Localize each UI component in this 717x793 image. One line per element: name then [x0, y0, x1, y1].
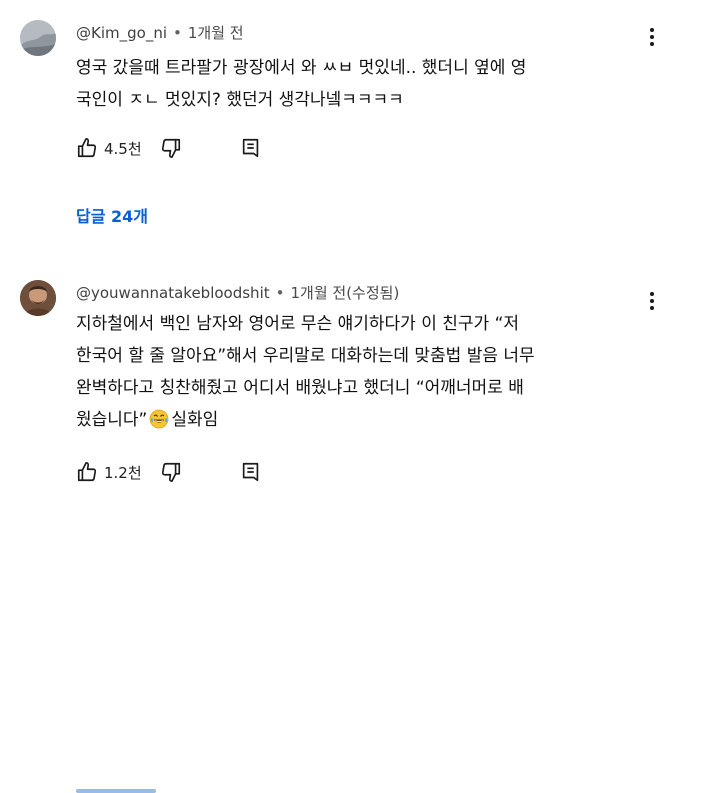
kebab-dot [650, 35, 654, 39]
thumbs-down-icon [161, 138, 180, 158]
comment-line-suffix: 실화임 [171, 410, 219, 430]
view-replies-button[interactable]: 답글 24개 [76, 203, 148, 227]
comment-line: 한국어 할 줄 알아요”해서 우리말로 대화하는데 맞춤법 발음 너무 [76, 346, 535, 366]
comment-line: 완벽하다고 칭찬해줬고 어디서 배웠냐고 했더니 “어깨너머로 배 [76, 378, 524, 398]
comment-line-last: 웠습니다” 실화임 [76, 404, 656, 440]
thumbs-up-icon [77, 462, 97, 482]
comment-line: 지하철에서 백인 남자와 영어로 무슨 얘기하다가 이 친구가 “저 [76, 314, 520, 334]
comment-meta: @Kim_go_ni • 1개월 전 [76, 24, 244, 42]
comment-text: 지하철에서 백인 남자와 영어로 무슨 얘기하다가 이 친구가 “저 한국어 할… [76, 308, 656, 440]
cut-off-replies-link[interactable] [76, 785, 156, 793]
thumbs-up-icon [77, 138, 97, 158]
kebab-dot [650, 42, 654, 46]
reply-comment-icon [242, 462, 258, 482]
reply-button[interactable] [240, 137, 262, 159]
dislike-button[interactable] [160, 137, 182, 159]
avatar[interactable] [20, 20, 56, 56]
comment-actions: 4.5천 [76, 134, 262, 162]
comment-time[interactable]: 1개월 전 [290, 284, 346, 302]
like-button[interactable] [76, 461, 98, 483]
comment-text: 영국 갔을때 트라팔가 광장에서 와 ㅆㅂ 멋있네.. 했더니 옆에 영 국인이… [76, 52, 656, 116]
comment-thread: @youwannatakebloodshit • 1개월 전(수정됨) 지하철에서 … [0, 262, 717, 793]
comment-meta: @youwannatakebloodshit • 1개월 전(수정됨) [76, 284, 400, 302]
thumbs-down-icon [161, 462, 180, 482]
comment-time[interactable]: 1개월 전 [188, 24, 244, 42]
dislike-button[interactable] [160, 461, 182, 483]
profile-photo-avatar [20, 280, 56, 316]
comment-line: 영국 갔을때 트라팔가 광장에서 와 ㅆㅂ 멋있네.. 했더니 옆에 영 [76, 58, 527, 78]
like-button[interactable] [76, 137, 98, 159]
like-count: 4.5천 [104, 139, 142, 158]
laughing-tears-emoji-icon [149, 408, 169, 440]
comment-actions: 1.2천 [76, 458, 262, 486]
kebab-dot [650, 299, 654, 303]
comment-line: 웠습니다” [76, 410, 148, 430]
comment-author[interactable]: @Kim_go_ni [76, 24, 167, 42]
kebab-dot [650, 292, 654, 296]
more-actions-button[interactable] [646, 28, 658, 50]
comment-author[interactable]: @youwannatakebloodshit [76, 284, 270, 302]
like-count: 1.2천 [104, 463, 142, 482]
avatar[interactable] [20, 280, 56, 316]
default-avatar-icon [20, 20, 56, 56]
comment-thread: @Kim_go_ni • 1개월 전 영국 갔을때 트라팔가 광장에서 와 ㅆㅂ 멋… [0, 0, 717, 260]
comment-line: 국인이 ㅈㄴ 멋있지? 했던거 생각나넼ㅋㅋㅋㅋ [76, 90, 404, 110]
reply-comment-icon [242, 138, 258, 158]
kebab-dot [650, 28, 654, 32]
reply-button[interactable] [240, 461, 262, 483]
edited-label: (수정됨) [346, 284, 400, 302]
